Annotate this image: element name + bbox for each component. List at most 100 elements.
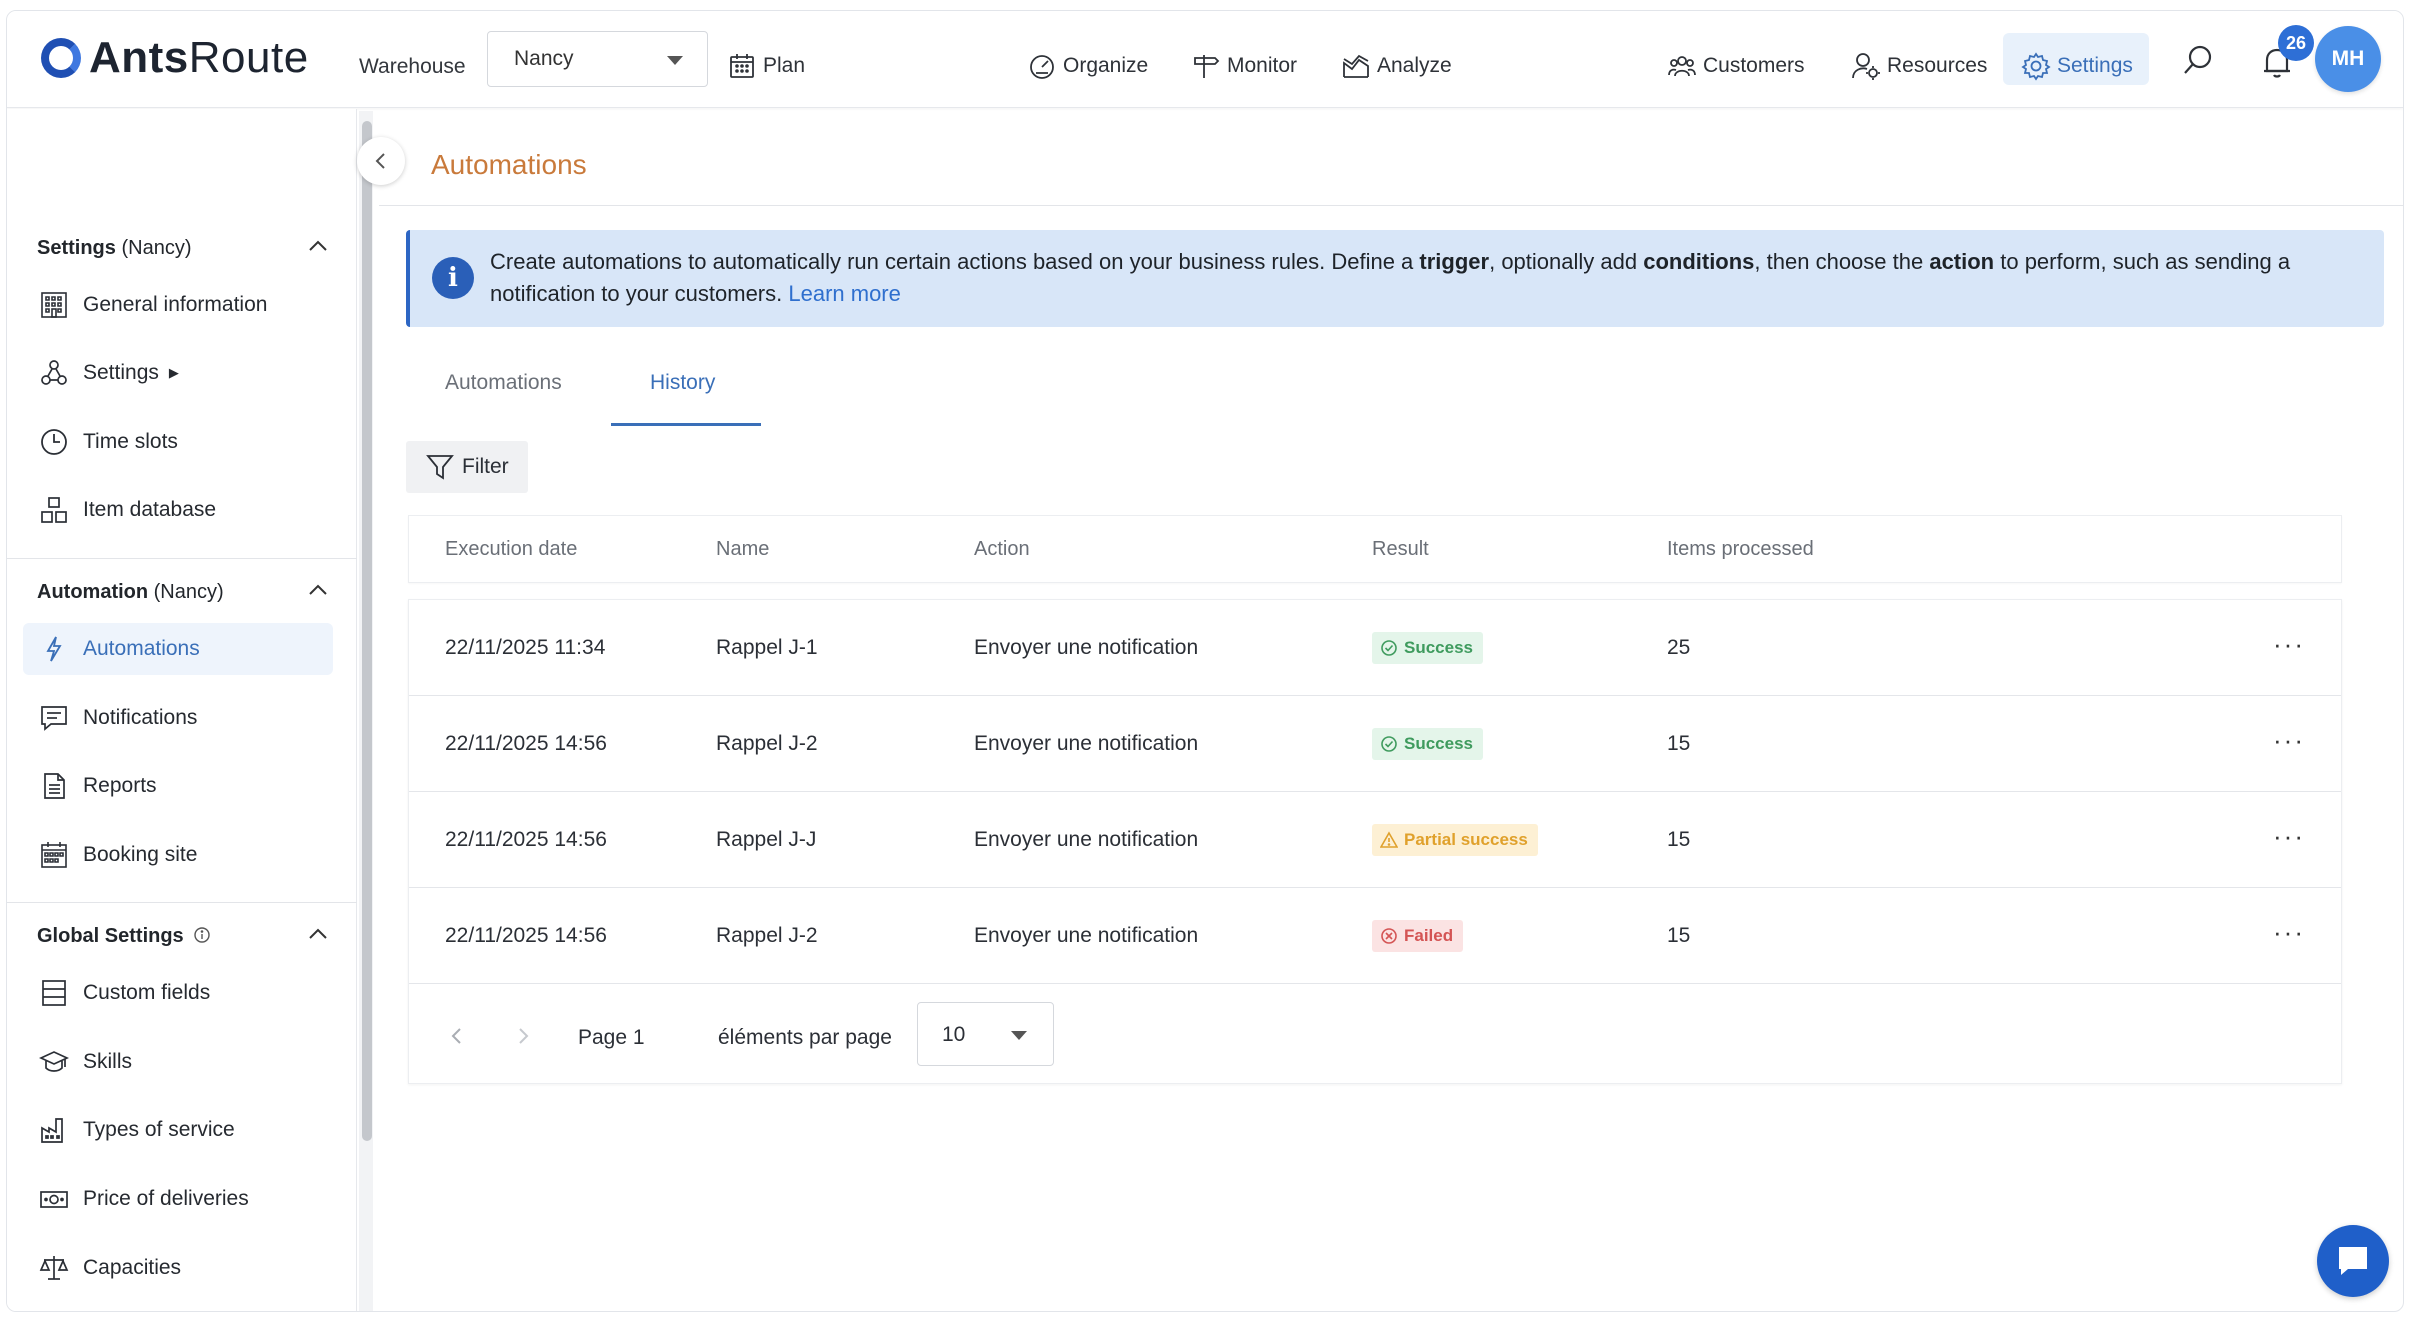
table-row[interactable]: 22/11/2025 14:56 Rappel J-J Envoyer une … [409, 792, 2341, 888]
tab-automations[interactable]: Automations [445, 371, 562, 395]
sidebar-item-general-information[interactable]: General information [23, 279, 333, 331]
tab-history[interactable]: History [650, 371, 715, 395]
section-title: Automation [37, 581, 149, 603]
collapse-sidebar-button[interactable] [357, 137, 405, 185]
section-title: Settings [37, 237, 116, 259]
history-table-header: Execution date Name Action Result Items … [408, 515, 2342, 583]
cell-action: Envoyer une notification [974, 732, 1199, 755]
sidebar-section-automation[interactable]: Automation (Nancy) [37, 581, 327, 604]
sidebar-item-label: Reports [83, 774, 157, 797]
clock-icon [41, 429, 67, 455]
nav-analyze[interactable]: Analyze [1341, 51, 1452, 81]
chat-support-button[interactable] [2317, 1225, 2389, 1297]
sidebar-section-global-settings[interactable]: Global Settings [37, 925, 327, 948]
history-table-body: 22/11/2025 11:34 Rappel J-1 Envoyer une … [408, 599, 2342, 1084]
sidebar-item-item-database[interactable]: Item database [23, 484, 333, 536]
chevron-left-icon[interactable] [445, 1024, 469, 1048]
sidebar-item-reports[interactable]: Reports [23, 760, 333, 812]
nav-resources[interactable]: Resources [1851, 51, 1987, 81]
filter-button[interactable]: Filter [406, 441, 528, 493]
sidebar-item-price-of-deliveries[interactable]: Price of deliveries [23, 1173, 333, 1225]
check-circle-icon [1381, 640, 1397, 656]
resources-icon [1852, 53, 1880, 80]
sidebar-item-settings[interactable]: Settings ▶ [23, 347, 333, 399]
search-button[interactable] [2181, 43, 2215, 82]
user-avatar[interactable]: MH [2315, 26, 2381, 92]
signpost-icon [1194, 55, 1220, 78]
submenu-arrow-icon: ▶ [168, 365, 179, 380]
info-banner: i Create automations to automatically ru… [406, 230, 2384, 327]
info-banner-text: Create automations to automatically run … [490, 249, 2291, 306]
calendar-grid-icon [41, 842, 67, 868]
sidebar-item-label: General information [83, 293, 268, 316]
nav-customers[interactable]: Customers [1667, 51, 1805, 81]
gauge-icon [1030, 55, 1054, 79]
column-header-name[interactable]: Name [716, 538, 769, 561]
row-more-options-icon[interactable]: ··· [2273, 727, 2305, 753]
brand-name: AntsRoute [89, 33, 309, 82]
antsroute-logo[interactable]: AntsRoute [41, 33, 309, 83]
per-page-select[interactable]: 10 [917, 1002, 1054, 1066]
filter-button-label: Filter [462, 455, 509, 478]
table-row[interactable]: 22/11/2025 14:56 Rappel J-2 Envoyer une … [409, 888, 2341, 984]
warehouse-select[interactable]: Nancy [487, 31, 708, 87]
caret-down-icon [1011, 1031, 1027, 1040]
x-circle-icon [1381, 928, 1397, 944]
pagination: Page 1 éléments par page 10 [409, 990, 2341, 1084]
page-indicator: Page 1 [578, 1026, 645, 1049]
sidebar-item-automations[interactable]: Automations [23, 623, 333, 675]
status-badge: Success [1372, 728, 1483, 760]
sidebar-item-booking-site[interactable]: Booking site [23, 829, 333, 881]
sidebar-item-capacities[interactable]: Capacities [23, 1242, 333, 1294]
nav-monitor[interactable]: Monitor [1191, 51, 1297, 81]
chevron-up-icon [309, 584, 327, 595]
sidebar-item-skills[interactable]: Skills [23, 1036, 333, 1088]
sidebar-item-label: Time slots [83, 430, 178, 453]
sidebar-section-settings[interactable]: Settings (Nancy) [37, 237, 327, 260]
check-circle-icon [1381, 736, 1397, 752]
cell-items-processed: 25 [1667, 636, 1691, 659]
column-header-result[interactable]: Result [1372, 538, 1429, 561]
chevron-up-icon [309, 928, 327, 939]
section-divider [7, 902, 357, 903]
money-icon [40, 1191, 68, 1208]
nav-organize[interactable]: Organize [1027, 51, 1148, 81]
column-header-action[interactable]: Action [974, 538, 1030, 561]
cell-items-processed: 15 [1667, 828, 1691, 851]
calendar-icon [730, 54, 754, 78]
sidebar-item-custom-fields[interactable]: Custom fields [23, 967, 333, 1019]
warehouse-label: Warehouse [359, 55, 466, 78]
status-badge: Partial success [1372, 824, 1538, 856]
sidebar-item-notifications[interactable]: Notifications [23, 692, 333, 744]
column-header-execution-date[interactable]: Execution date [445, 538, 577, 561]
row-more-options-icon[interactable]: ··· [2273, 919, 2305, 945]
column-header-items-processed[interactable]: Items processed [1667, 538, 1814, 561]
nav-resources-label: Resources [1887, 54, 1988, 77]
cell-action: Envoyer une notification [974, 636, 1199, 659]
gear-icon [2021, 52, 2051, 81]
warning-triangle-icon [1380, 831, 1398, 848]
sidebar-item-types-of-service[interactable]: Types of service [23, 1104, 333, 1156]
sidebar-scrollbar-thumb[interactable] [362, 121, 372, 1141]
graduation-cap-icon [39, 1051, 69, 1072]
per-page-value: 10 [942, 1023, 966, 1046]
sidebar-item-label: Skills [83, 1050, 133, 1073]
cell-name: Rappel J-2 [716, 924, 818, 947]
nav-plan[interactable]: Plan [727, 51, 805, 81]
table-row[interactable]: 22/11/2025 11:34 Rappel J-1 Envoyer une … [409, 600, 2341, 696]
status-badge: Failed [1372, 920, 1464, 952]
chevron-right-icon[interactable] [511, 1024, 535, 1048]
sidebar-item-label: Types of service [83, 1118, 235, 1141]
title-divider [379, 205, 2403, 206]
filter-icon [426, 455, 454, 480]
building-icon [41, 292, 67, 318]
status-badge: Success [1372, 632, 1483, 664]
table-row[interactable]: 22/11/2025 14:56 Rappel J-2 Envoyer une … [409, 696, 2341, 792]
fields-icon [42, 980, 66, 1006]
row-more-options-icon[interactable]: ··· [2273, 631, 2305, 657]
learn-more-link[interactable]: Learn more [788, 281, 901, 306]
nodes-icon [41, 360, 67, 385]
sidebar-item-time-slots[interactable]: Time slots [23, 416, 333, 468]
row-more-options-icon[interactable]: ··· [2273, 823, 2305, 849]
nav-settings[interactable]: Settings [2021, 51, 2133, 81]
